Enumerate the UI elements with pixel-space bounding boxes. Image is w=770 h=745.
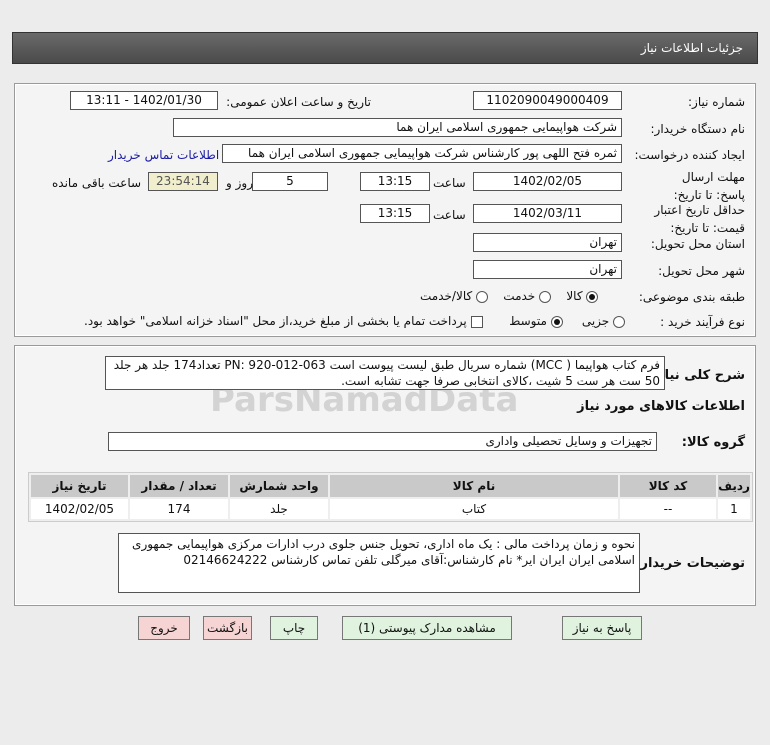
deadline-time-field: 13:15 (360, 172, 430, 191)
deadline-date-field: 1402/02/05 (473, 172, 622, 191)
process-medium-label: متوسط (509, 314, 547, 328)
process-minor-radio[interactable] (613, 315, 626, 328)
goods-info-title: اطلاعات کالاهای مورد نیاز (577, 399, 745, 414)
notes-field: نحوه و زمان پرداخت مالی : یک ماه اداری، … (118, 533, 640, 593)
category-goods-label: کالا (566, 289, 583, 303)
col-row: ردیف (716, 473, 752, 499)
cell-row: 1 (716, 497, 752, 521)
col-unit: واحد شمارش (228, 473, 330, 499)
city-field: تهران (473, 260, 622, 279)
col-qty: تعداد / مقدار (128, 473, 230, 499)
city-label: شهر محل تحویل: (658, 264, 745, 278)
buyer-field: شرکت هواپیمایی جمهوری اسلامی ایران هما (173, 118, 622, 137)
exit-button[interactable]: خروج (138, 616, 190, 640)
cell-code: -- (618, 497, 718, 521)
remaining-time-field: 23:54:14 (148, 172, 218, 191)
cell-unit: جلد (228, 497, 330, 521)
treasury-note: پرداخت تمام یا بخشی از مبلغ خرید،از محل … (84, 314, 467, 328)
category-both-label: کالا/خدمت (420, 289, 473, 303)
back-button[interactable]: بازگشت (203, 616, 252, 640)
requester-label: ایجاد کننده درخواست: (634, 148, 745, 162)
deadline-label: مهلت ارسال پاسخ: تا تاریخ: (673, 170, 745, 202)
reply-button[interactable]: پاسخ به نیاز (562, 616, 642, 640)
goods-table: ردیف کد کالا نام کالا واحد شمارش تعداد /… (28, 472, 753, 522)
category-service-radio[interactable] (539, 290, 552, 303)
process-minor-label: جزیی (581, 314, 610, 328)
requester-field: ثمره فتح اللهی پور کارشناس شرکت هواپیمای… (222, 144, 622, 163)
treasury-checkbox[interactable] (470, 315, 483, 328)
need-number-field: 1102090049000409 (473, 91, 622, 110)
validity-time-label: ساعت (433, 208, 466, 222)
page-header: جزئیات اطلاعات نیاز (12, 32, 758, 64)
category-both-radio[interactable] (476, 290, 489, 303)
validity-date-field: 1402/03/11 (473, 204, 622, 223)
process-medium-radio[interactable] (550, 315, 563, 328)
description-field: فرم کتاب هواپیما ( MCC) شماره سریال طبق … (105, 356, 665, 390)
deadline-time-label: ساعت (433, 176, 466, 190)
buyer-contact-link[interactable]: اطلاعات تماس خریدار (108, 148, 219, 162)
notes-label: توضیحات خریدار: (635, 556, 745, 571)
announce-field: 1402/01/30 - 13:11 (70, 91, 218, 110)
table-row: 1 -- کتاب جلد 174 1402/02/05 (29, 497, 752, 521)
group-field: تجهیزات و وسایل تحصیلی واداری (108, 432, 657, 451)
cell-date: 1402/02/05 (29, 497, 130, 521)
process-label: نوع فرآیند خرید : (660, 315, 745, 329)
page-title: جزئیات اطلاعات نیاز (640, 41, 743, 55)
days-label: روز و (226, 176, 253, 190)
table-header-row: ردیف کد کالا نام کالا واحد شمارش تعداد /… (29, 473, 752, 499)
category-label: طبقه بندی موضوعی: (638, 290, 745, 304)
category-service-label: خدمت (503, 289, 536, 303)
validity-time-field: 13:15 (360, 204, 430, 223)
province-label: استان محل تحویل: (650, 237, 745, 251)
province-field: تهران (473, 233, 622, 252)
print-button[interactable]: چاپ (270, 616, 318, 640)
validity-label: حداقل تاریخ اعتبار قیمت: تا تاریخ: (654, 203, 745, 235)
buyer-label: نام دستگاه خریدار: (650, 122, 746, 136)
col-code: کد کالا (618, 473, 718, 499)
need-number-label: شماره نیاز: (688, 95, 745, 109)
group-label: گروه کالا: (681, 435, 745, 450)
col-name: نام کالا (328, 473, 620, 499)
cell-qty: 174 (128, 497, 230, 521)
cell-name: کتاب (328, 497, 620, 521)
col-date: تاریخ نیاز (29, 473, 130, 499)
days-field: 5 (252, 172, 328, 191)
attachments-button[interactable]: مشاهده مدارک پیوستی (1) (342, 616, 512, 640)
remaining-label: ساعت باقی مانده (52, 176, 142, 190)
category-goods-radio[interactable] (586, 290, 599, 303)
announce-label: تاریخ و ساعت اعلان عمومی: (226, 95, 371, 109)
description-label: شرح کلی نیاز: (651, 368, 745, 383)
